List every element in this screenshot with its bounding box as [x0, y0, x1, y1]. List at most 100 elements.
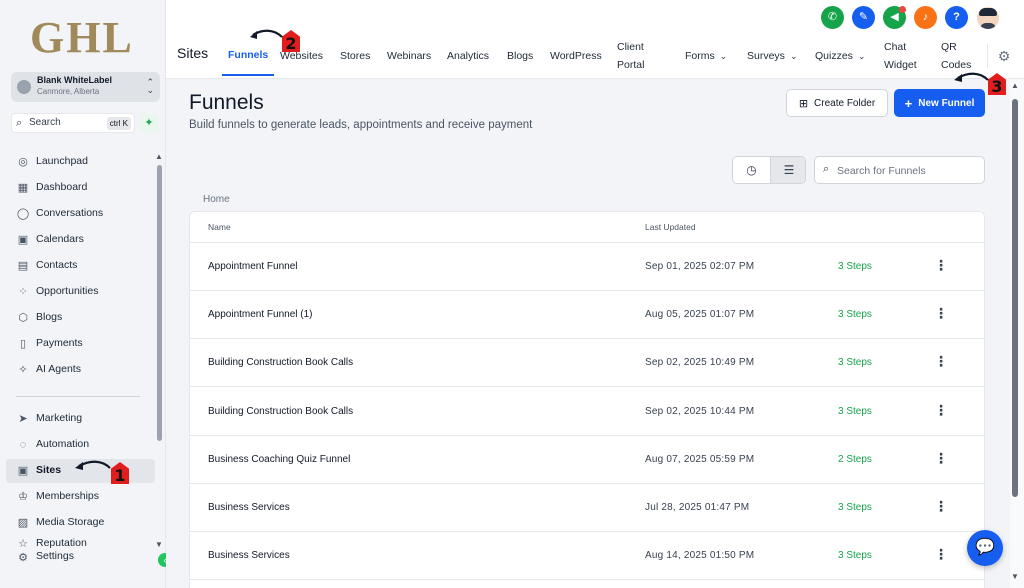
sidebar-item-label: Launchpad: [36, 155, 88, 167]
funnel-steps: 3 Steps: [838, 406, 872, 417]
tab-webinars[interactable]: Webinars: [387, 36, 431, 76]
column-header-name[interactable]: Name: [208, 222, 231, 232]
dashboard-icon: ▦: [17, 182, 29, 194]
table-row[interactable]: Business Services Aug 14, 2025 01:50 PM …: [190, 532, 984, 580]
sidebar-item-marketing[interactable]: ➤ Marketing: [6, 407, 155, 431]
sidebar-item-label: Blogs: [36, 311, 63, 323]
tab-forms[interactable]: Forms ⌄: [685, 36, 727, 76]
tab-chat-widget[interactable]: Chat Widget: [884, 36, 917, 76]
top-icons: ✆ ✎ ◀ ♪ ?: [821, 6, 1011, 30]
funnel-name[interactable]: Business Services: [208, 550, 290, 561]
sidebar-search[interactable]: ⌕ Search ctrl K: [11, 113, 135, 133]
memberships-icon: ♔: [18, 491, 28, 503]
more-vertical-icon[interactable]: ⋮: [934, 305, 948, 322]
sidebar-item-launchpad[interactable]: ◎ Launchpad: [6, 150, 155, 174]
sidebar-scrollbar[interactable]: [157, 165, 162, 441]
sidebar-item-contacts[interactable]: ▤ Contacts: [6, 254, 155, 278]
rocket-icon: ◎: [18, 156, 28, 168]
tab-client-portal[interactable]: Client Portal: [617, 36, 644, 76]
sidebar-item-opportunities[interactable]: ⁘ Opportunities: [6, 280, 155, 304]
tab-wordpress[interactable]: WordPress: [550, 36, 602, 76]
funnel-name[interactable]: Building Construction Book Calls: [208, 357, 353, 368]
scroll-down-icon[interactable]: ▼: [1011, 572, 1019, 581]
tab-label-line1: QR: [941, 41, 957, 53]
funnel-steps: 3 Steps: [838, 502, 872, 513]
chat-support-button[interactable]: 💬: [967, 530, 1003, 566]
plus-icon: +: [904, 95, 913, 111]
funnel-search-input[interactable]: [837, 162, 977, 179]
sidebar-item-payments[interactable]: ▯ Payments: [6, 332, 155, 356]
table-row[interactable]: Appointment Funnel (1) Aug 05, 2025 01:0…: [190, 291, 984, 339]
opportunities-icon: ⁘: [18, 286, 28, 298]
scrollbar-thumb[interactable]: [1012, 99, 1018, 497]
funnel-updated: Sep 02, 2025 10:44 PM: [645, 406, 755, 417]
tab-quizzes[interactable]: Quizzes ⌄: [815, 36, 865, 76]
contacts-icon: ▤: [17, 260, 29, 272]
megaphone-icon[interactable]: ◀: [883, 6, 906, 29]
tab-stores[interactable]: Stores: [340, 36, 370, 76]
tab-label: Webinars: [387, 50, 432, 62]
more-vertical-icon[interactable]: ⋮: [934, 450, 948, 467]
help-icon[interactable]: ?: [945, 6, 968, 29]
main-scrollbar[interactable]: ▲ ▼: [1010, 79, 1024, 588]
sidebar-item-media-storage[interactable]: ▨ Media Storage: [6, 511, 155, 535]
tab-label: Stores: [340, 50, 371, 62]
bell-icon[interactable]: ♪: [914, 6, 937, 29]
funnel-search: ⌕: [814, 156, 985, 184]
new-funnel-button[interactable]: + New Funnel: [894, 89, 985, 117]
breadcrumb[interactable]: Home: [203, 194, 230, 205]
tab-blogs[interactable]: Blogs: [507, 36, 533, 76]
funnel-name[interactable]: Business Services: [208, 502, 290, 513]
chevron-down-icon: ⌄: [857, 50, 866, 61]
tab-surveys[interactable]: Surveys ⌄: [747, 36, 797, 76]
tab-label: Blogs: [507, 50, 534, 62]
main-content: Funnels Build funnels to generate leads,…: [166, 79, 1010, 588]
table-row[interactable]: Business Coaching Quiz Funnel Aug 07, 20…: [190, 436, 984, 484]
funnel-steps: 3 Steps: [838, 550, 872, 561]
tab-divider: [987, 44, 988, 68]
more-vertical-icon[interactable]: ⋮: [934, 353, 948, 370]
sidebar-item-conversations[interactable]: ◯ Conversations: [6, 202, 155, 226]
funnel-updated: Aug 14, 2025 01:50 PM: [645, 550, 755, 561]
more-vertical-icon[interactable]: ⋮: [934, 402, 948, 419]
funnel-steps: 3 Steps: [838, 357, 872, 368]
phone-icon[interactable]: ✆: [821, 6, 844, 29]
scroll-down-icon[interactable]: ▼: [155, 540, 163, 549]
scroll-up-icon[interactable]: ▲: [1011, 81, 1019, 90]
account-switcher[interactable]: Blank WhiteLabel Canmore, Alberta ⌃ ⌄: [11, 72, 160, 102]
clock-icon[interactable]: ◷: [733, 157, 770, 183]
gear-icon[interactable]: ⚙: [996, 48, 1012, 64]
sidebar-item-calendars[interactable]: ▣ Calendars: [6, 228, 155, 252]
sidebar-item-memberships[interactable]: ♔ Memberships: [6, 485, 155, 509]
sidebar-item-ai-agents[interactable]: ✧ AI Agents: [6, 358, 155, 382]
more-vertical-icon[interactable]: ⋮: [934, 257, 948, 274]
scroll-up-icon[interactable]: ▲: [155, 152, 163, 161]
account-location: Canmore, Alberta: [37, 87, 100, 96]
sidebar-item-label: Sites: [36, 464, 62, 476]
funnel-name[interactable]: Appointment Funnel (1): [208, 309, 313, 320]
table-row[interactable]: Appointment Funnel Sep 01, 2025 02:07 PM…: [190, 243, 984, 291]
create-folder-button[interactable]: ⊞ Create Folder: [786, 89, 888, 117]
list-view-icon[interactable]: ☰: [770, 157, 805, 183]
more-vertical-icon[interactable]: ⋮: [934, 498, 948, 515]
table-row[interactable]: Business Services Jul 28, 2025 01:47 PM …: [190, 484, 984, 532]
search-icon: ⌕: [16, 117, 23, 129]
column-header-updated[interactable]: Last Updated: [645, 222, 696, 232]
funnel-name[interactable]: Building Construction Book Calls: [208, 406, 353, 417]
new-funnel-label: New Funnel: [918, 97, 975, 109]
avatar-body: [980, 23, 996, 29]
sidebar-item-blogs[interactable]: ⬡ Blogs: [6, 306, 155, 330]
avatar[interactable]: [977, 7, 999, 29]
sidebar-item-label: Marketing: [36, 412, 83, 424]
sidebar-item-automation[interactable]: ◌ Automation: [6, 433, 155, 457]
tab-analytics[interactable]: Analytics: [447, 36, 489, 76]
sidebar-item-settings[interactable]: ⚙ Settings: [6, 547, 155, 571]
more-vertical-icon[interactable]: ⋮: [934, 546, 948, 563]
ai-assist-button[interactable]: ✦: [140, 114, 158, 132]
sidebar-item-dashboard[interactable]: ▦ Dashboard: [6, 176, 155, 200]
table-row[interactable]: Building Construction Book Calls Sep 02,…: [190, 339, 984, 387]
magic-wand-icon[interactable]: ✎: [852, 6, 875, 29]
funnel-name[interactable]: Business Coaching Quiz Funnel: [208, 454, 350, 465]
funnel-name[interactable]: Appointment Funnel: [208, 261, 298, 272]
table-row[interactable]: Building Construction Book Calls Sep 02,…: [190, 388, 984, 436]
